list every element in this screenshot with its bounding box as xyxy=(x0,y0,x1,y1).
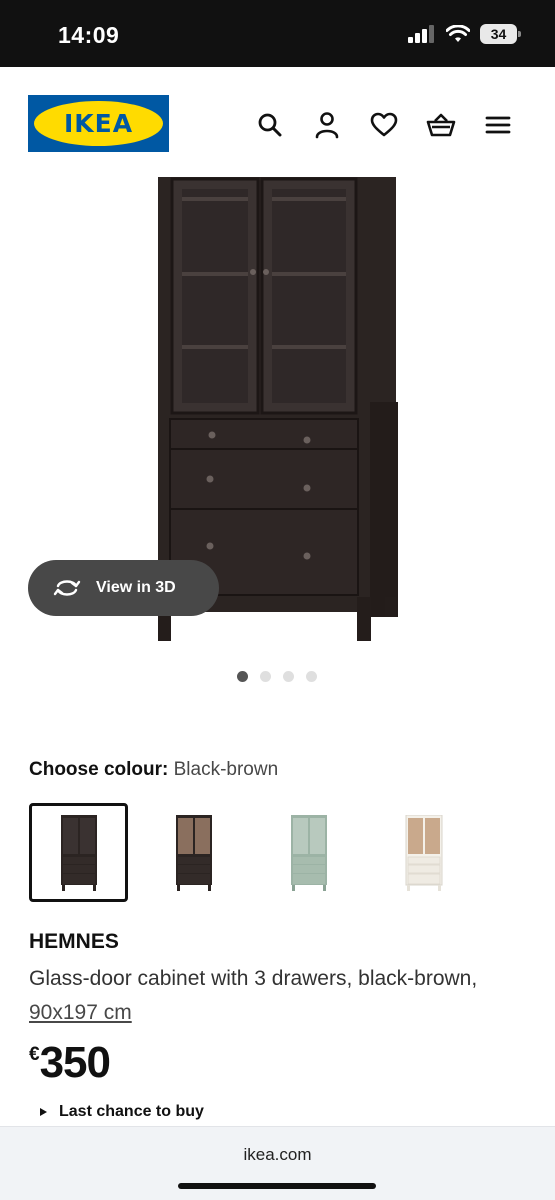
colour-label: Choose colour: xyxy=(29,759,169,780)
colour-chooser-heading: Choose colour: Black-brown xyxy=(29,759,278,781)
swatch-black-brown[interactable] xyxy=(29,803,128,902)
view-in-3d-button[interactable]: View in 3D xyxy=(28,560,219,616)
view-in-3d-label: View in 3D xyxy=(96,579,176,596)
signal-icon xyxy=(408,25,434,43)
cabinet-thumbnail-black-brown xyxy=(60,814,97,891)
colour-swatches xyxy=(29,803,473,902)
disclosure-triangle-icon xyxy=(40,1108,47,1116)
account-icon[interactable] xyxy=(311,109,342,140)
battery-level: 34 xyxy=(490,26,507,42)
home-indicator[interactable] xyxy=(178,1183,376,1189)
status-bar: 14:09 34 xyxy=(0,0,555,67)
rotate-3d-icon xyxy=(53,580,81,596)
menu-icon[interactable] xyxy=(482,109,513,140)
heart-icon[interactable] xyxy=(368,109,399,140)
price-currency: € xyxy=(29,1044,40,1065)
colour-value: Black-brown xyxy=(173,759,279,780)
site-header: IKEA xyxy=(0,67,555,177)
pagination-dot-3[interactable] xyxy=(283,671,294,682)
browser-address-bar: ikea.com xyxy=(0,1126,555,1200)
product-description-text: Glass-door cabinet with 3 drawers, black… xyxy=(29,967,478,990)
logo-oval: IKEA xyxy=(34,101,163,146)
status-icons: 34 xyxy=(408,24,521,44)
basket-icon[interactable] xyxy=(425,109,456,140)
pagination-dot-1[interactable] xyxy=(237,671,248,682)
pagination-dot-2[interactable] xyxy=(260,671,271,682)
price-amount: 350 xyxy=(39,1038,111,1087)
battery-indicator: 34 xyxy=(480,24,521,44)
ikea-logo[interactable]: IKEA xyxy=(28,95,169,152)
status-time: 14:09 xyxy=(58,22,120,48)
availability-label: Last chance to buy xyxy=(59,1103,204,1120)
cabinet-thumbnail-grey-green xyxy=(290,814,327,891)
swatch-black-brown-light-glass[interactable] xyxy=(144,803,243,902)
product-description: Glass-door cabinet with 3 drawers, black… xyxy=(29,962,489,1030)
logo-text: IKEA xyxy=(63,109,134,138)
product-size-link[interactable]: 90x197 cm xyxy=(29,1001,132,1024)
search-icon[interactable] xyxy=(254,109,285,140)
product-name: HEMNES xyxy=(29,930,119,953)
cabinet-thumbnail-white xyxy=(405,814,442,891)
header-nav xyxy=(254,109,513,140)
swatch-grey-green[interactable] xyxy=(259,803,358,902)
availability-toggle[interactable]: Last chance to buy xyxy=(40,1103,204,1121)
swatch-white[interactable] xyxy=(374,803,473,902)
pagination-dot-4[interactable] xyxy=(306,671,317,682)
image-pagination xyxy=(237,671,317,682)
wifi-icon xyxy=(446,25,470,42)
cabinet-thumbnail-light-glass xyxy=(175,814,212,891)
url-field[interactable]: ikea.com xyxy=(0,1145,555,1165)
product-price: € 350 xyxy=(29,1038,111,1088)
